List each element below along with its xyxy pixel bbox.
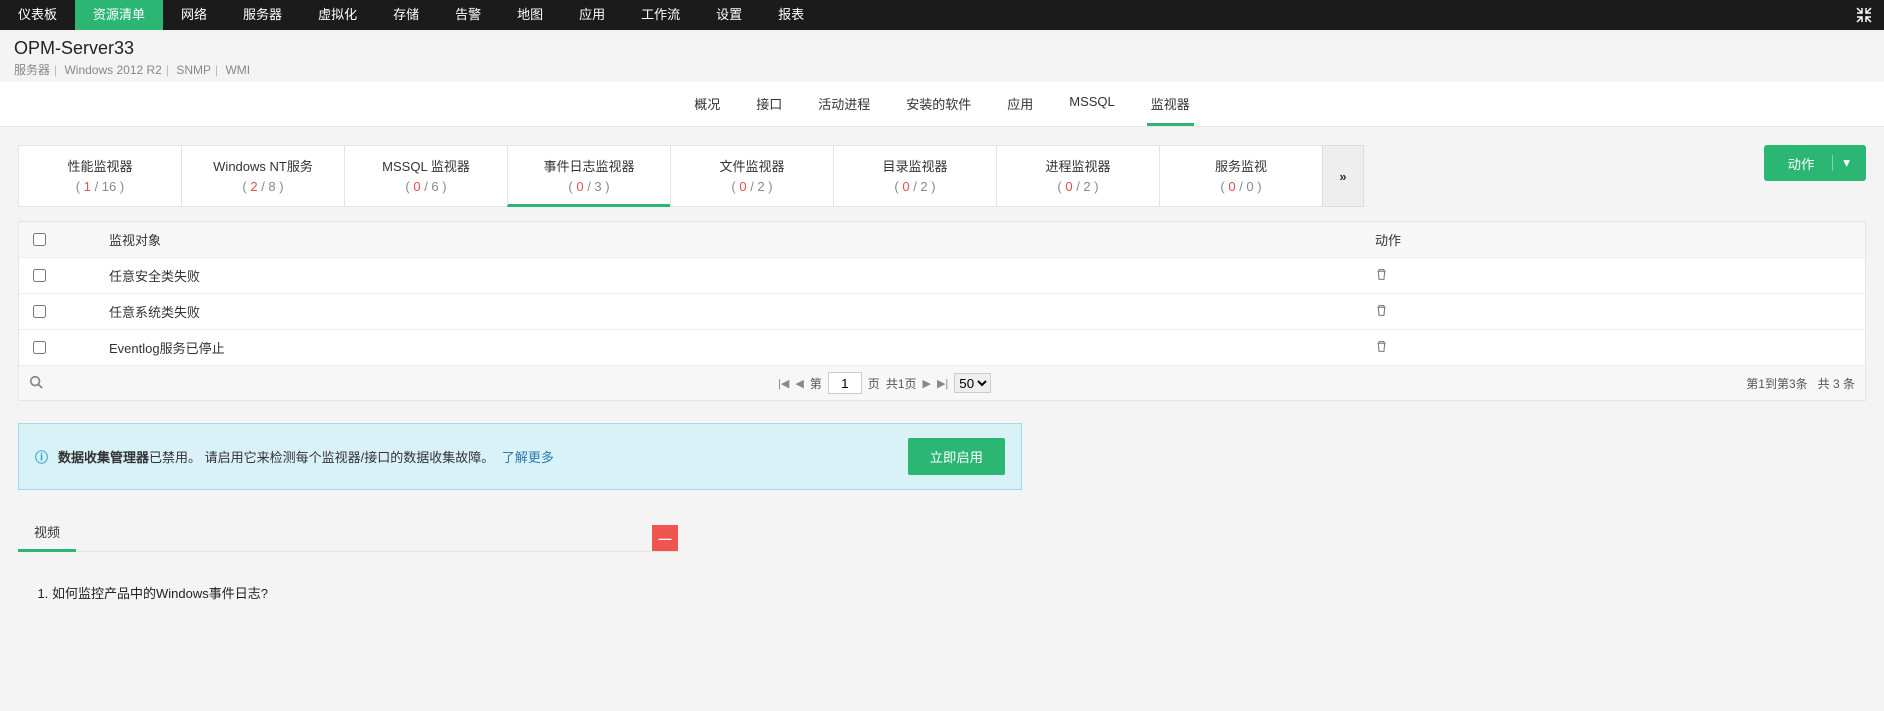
- page-input[interactable]: [828, 372, 862, 394]
- subtab-bar: 概况接口活动进程安装的软件应用 MSSQL 监视器: [0, 82, 1884, 127]
- table-row: 任意安全类失败: [19, 258, 1865, 294]
- subtab[interactable]: 概况: [690, 82, 724, 126]
- monitor-tab[interactable]: 服务监视( 0 / 0 ): [1159, 145, 1323, 207]
- topnav-item[interactable]: 仪表板: [0, 0, 75, 30]
- breadcrumb-item[interactable]: WMI: [211, 63, 250, 77]
- learn-more-link[interactable]: 了解更多: [502, 450, 554, 465]
- subtab[interactable]: 安装的软件: [902, 82, 975, 126]
- row-name[interactable]: 任意系统类失败: [59, 302, 1375, 321]
- topnav-item[interactable]: 应用: [561, 0, 623, 30]
- monitor-tab[interactable]: 文件监视器( 0 / 2 ): [670, 145, 834, 207]
- collapse-icon[interactable]: [1844, 0, 1884, 30]
- topnav-item[interactable]: 设置: [698, 0, 760, 30]
- select-all-checkbox[interactable]: [33, 233, 46, 246]
- table-footer: |◀ ◀ 第 页 共1页 ▶ ▶| 50 第1到第3条 共 3 条: [19, 366, 1865, 400]
- info-icon: ⓘ: [35, 447, 48, 466]
- page-title: OPM-Server33: [14, 38, 1870, 59]
- pager-range: 第1到第3条: [1746, 377, 1807, 391]
- topnav-item[interactable]: 资源清单: [75, 0, 163, 30]
- topnav-item[interactable]: 服务器: [225, 0, 300, 30]
- subtab[interactable]: 活动进程: [814, 82, 874, 126]
- subtab[interactable]: 接口: [752, 82, 786, 126]
- subtab[interactable]: MSSQL: [1065, 82, 1119, 126]
- trash-icon[interactable]: [1375, 305, 1388, 320]
- topnav-item[interactable]: 网络: [163, 0, 225, 30]
- trash-icon[interactable]: [1375, 269, 1388, 284]
- row-name[interactable]: Eventlog服务已停止: [59, 338, 1375, 357]
- next-page-icon[interactable]: ▶: [923, 377, 931, 390]
- page-size-select[interactable]: 50: [954, 373, 991, 393]
- video-tab[interactable]: 视频: [18, 514, 76, 552]
- row-checkbox[interactable]: [33, 341, 46, 354]
- pager-mid: 页: [868, 375, 880, 392]
- subtab[interactable]: 监视器: [1147, 82, 1194, 126]
- topnav-item[interactable]: 地图: [499, 0, 561, 30]
- col-header-name: 监视对象: [59, 230, 1375, 249]
- pager: |◀ ◀ 第 页 共1页 ▶ ▶| 50: [778, 372, 991, 394]
- table-row: 任意系统类失败: [19, 294, 1865, 330]
- action-button[interactable]: 动作▾: [1764, 145, 1866, 181]
- breadcrumb-item[interactable]: SNMP: [162, 63, 211, 77]
- trash-icon[interactable]: [1375, 341, 1388, 356]
- col-header-action: 动作: [1375, 230, 1855, 249]
- close-icon[interactable]: —: [652, 525, 678, 551]
- chevron-down-icon: ▾: [1832, 155, 1860, 171]
- monitor-tab[interactable]: 进程监视器( 0 / 2 ): [996, 145, 1160, 207]
- first-page-icon[interactable]: |◀: [778, 377, 789, 390]
- monitor-tab[interactable]: 性能监视器( 1 / 16 ): [18, 145, 182, 207]
- video-section: 视频 — 如何监控产品中的Windows事件日志?: [18, 514, 678, 614]
- pager-count: 共 3 条: [1818, 377, 1855, 391]
- row-name[interactable]: 任意安全类失败: [59, 266, 1375, 285]
- row-checkbox[interactable]: [33, 269, 46, 282]
- monitor-tab[interactable]: MSSQL 监视器( 0 / 6 ): [344, 145, 508, 207]
- monitor-tab[interactable]: 目录监视器( 0 / 2 ): [833, 145, 997, 207]
- banner-text: 已禁用。 请启用它来检测每个监视器/接口的数据收集故障。: [149, 450, 494, 465]
- enable-now-button[interactable]: 立即启用: [908, 438, 1005, 475]
- monitor-table: 监视对象 动作 任意安全类失败任意系统类失败 Eventlog服务已停止 |◀ ◀…: [18, 221, 1866, 401]
- table-row: Eventlog服务已停止: [19, 330, 1865, 366]
- more-monitors-button[interactable]: »: [1322, 145, 1364, 207]
- subtab[interactable]: 应用: [1003, 82, 1037, 126]
- top-nav: 仪表板资源清单网络服务器虚拟化存储告警地图应用工作流设置报表: [0, 0, 1884, 30]
- pager-total: 共1页: [886, 375, 917, 392]
- info-banner: ⓘ 数据收集管理器已禁用。 请启用它来检测每个监视器/接口的数据收集故障。 了解…: [18, 423, 1022, 490]
- breadcrumb-item[interactable]: 服务器: [14, 63, 50, 77]
- prev-page-icon[interactable]: ◀: [795, 377, 803, 390]
- video-link-1[interactable]: 如何监控产品中的Windows事件日志?: [52, 583, 674, 602]
- monitor-tab-row: 性能监视器( 1 / 16 )Windows NT服务( 2 / 8 )MSSQ…: [18, 145, 1866, 207]
- pager-prefix: 第: [810, 375, 822, 392]
- row-checkbox[interactable]: [33, 305, 46, 318]
- last-page-icon[interactable]: ▶|: [937, 377, 948, 390]
- table-header: 监视对象 动作: [19, 222, 1865, 258]
- page-header: OPM-Server33 服务器Windows 2012 R2SNMPWMI: [0, 30, 1884, 82]
- topnav-item[interactable]: 报表: [760, 0, 822, 30]
- topnav-item[interactable]: 虚拟化: [300, 0, 375, 30]
- banner-strong: 数据收集管理器: [58, 450, 149, 465]
- monitor-tab[interactable]: Windows NT服务( 2 / 8 ): [181, 145, 345, 207]
- monitor-tab[interactable]: 事件日志监视器( 0 / 3 ): [507, 145, 671, 207]
- search-icon[interactable]: [29, 375, 43, 392]
- breadcrumb-item[interactable]: Windows 2012 R2: [50, 63, 162, 77]
- topnav-item[interactable]: 工作流: [623, 0, 698, 30]
- topnav-item[interactable]: 存储: [375, 0, 437, 30]
- topnav-item[interactable]: 告警: [437, 0, 499, 30]
- breadcrumb: 服务器Windows 2012 R2SNMPWMI: [14, 61, 1870, 78]
